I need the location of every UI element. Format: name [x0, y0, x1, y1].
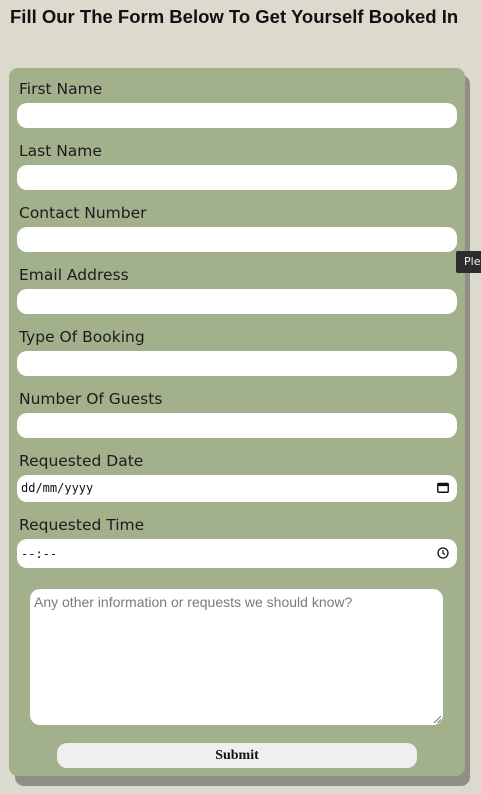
calendar-icon[interactable]	[437, 482, 449, 493]
requested-time-label: Requested Time	[19, 516, 145, 534]
date-format-text: dd/mm/yyyy	[21, 481, 94, 495]
page-title: Fill Our The Form Below To Get Yourself …	[10, 6, 459, 27]
clock-icon[interactable]	[437, 547, 449, 559]
additional-requests-textarea[interactable]: Any other information or requests we sho…	[30, 589, 443, 725]
first-name-input[interactable]	[17, 103, 457, 128]
email-address-label: Email Address	[19, 266, 129, 284]
requested-date-label: Requested Date	[19, 452, 144, 470]
first-name-label: First Name	[19, 80, 103, 98]
guests-label: Number Of Guests	[19, 390, 163, 408]
contact-number-input[interactable]	[17, 227, 457, 252]
validation-tooltip-text: Please fill in this field.	[464, 255, 481, 268]
email-address-input[interactable]	[17, 289, 457, 314]
contact-number-label: Contact Number	[19, 204, 147, 222]
textarea-placeholder: Any other information or requests we sho…	[34, 594, 353, 610]
resize-handle-icon[interactable]	[433, 715, 441, 723]
booking-type-label: Type Of Booking	[19, 328, 145, 346]
requested-time-input[interactable]: --:--	[17, 539, 457, 568]
last-name-input[interactable]	[17, 165, 457, 190]
requested-date-input[interactable]: dd/mm/yyyy	[17, 475, 457, 502]
submit-button[interactable]: Submit	[57, 743, 417, 768]
validation-tooltip: Please fill in this field.	[456, 251, 481, 273]
booking-type-input[interactable]	[17, 351, 457, 376]
last-name-label: Last Name	[19, 142, 102, 160]
time-format-text: --:--	[21, 547, 58, 561]
guests-input[interactable]	[17, 413, 457, 438]
